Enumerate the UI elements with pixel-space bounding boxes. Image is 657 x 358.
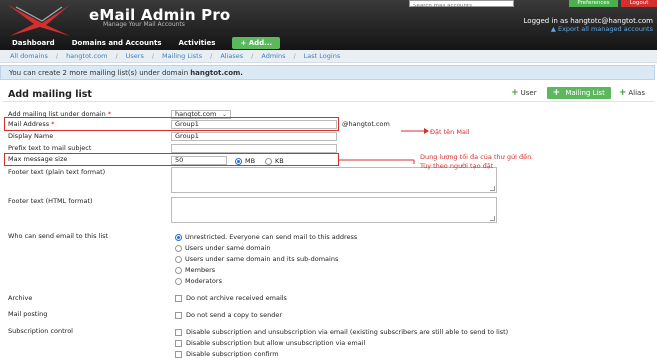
annotation-size-note-1: Dung lượng tối đa của thư gửi đến. bbox=[420, 153, 534, 161]
arrow-mail-head bbox=[424, 128, 429, 134]
annotation-mail-note: Đặt tên Mail bbox=[430, 128, 470, 136]
annotation-arrows bbox=[339, 128, 429, 164]
annotation-size-note-2: Tùy theo người tạo đặt bbox=[420, 162, 494, 170]
